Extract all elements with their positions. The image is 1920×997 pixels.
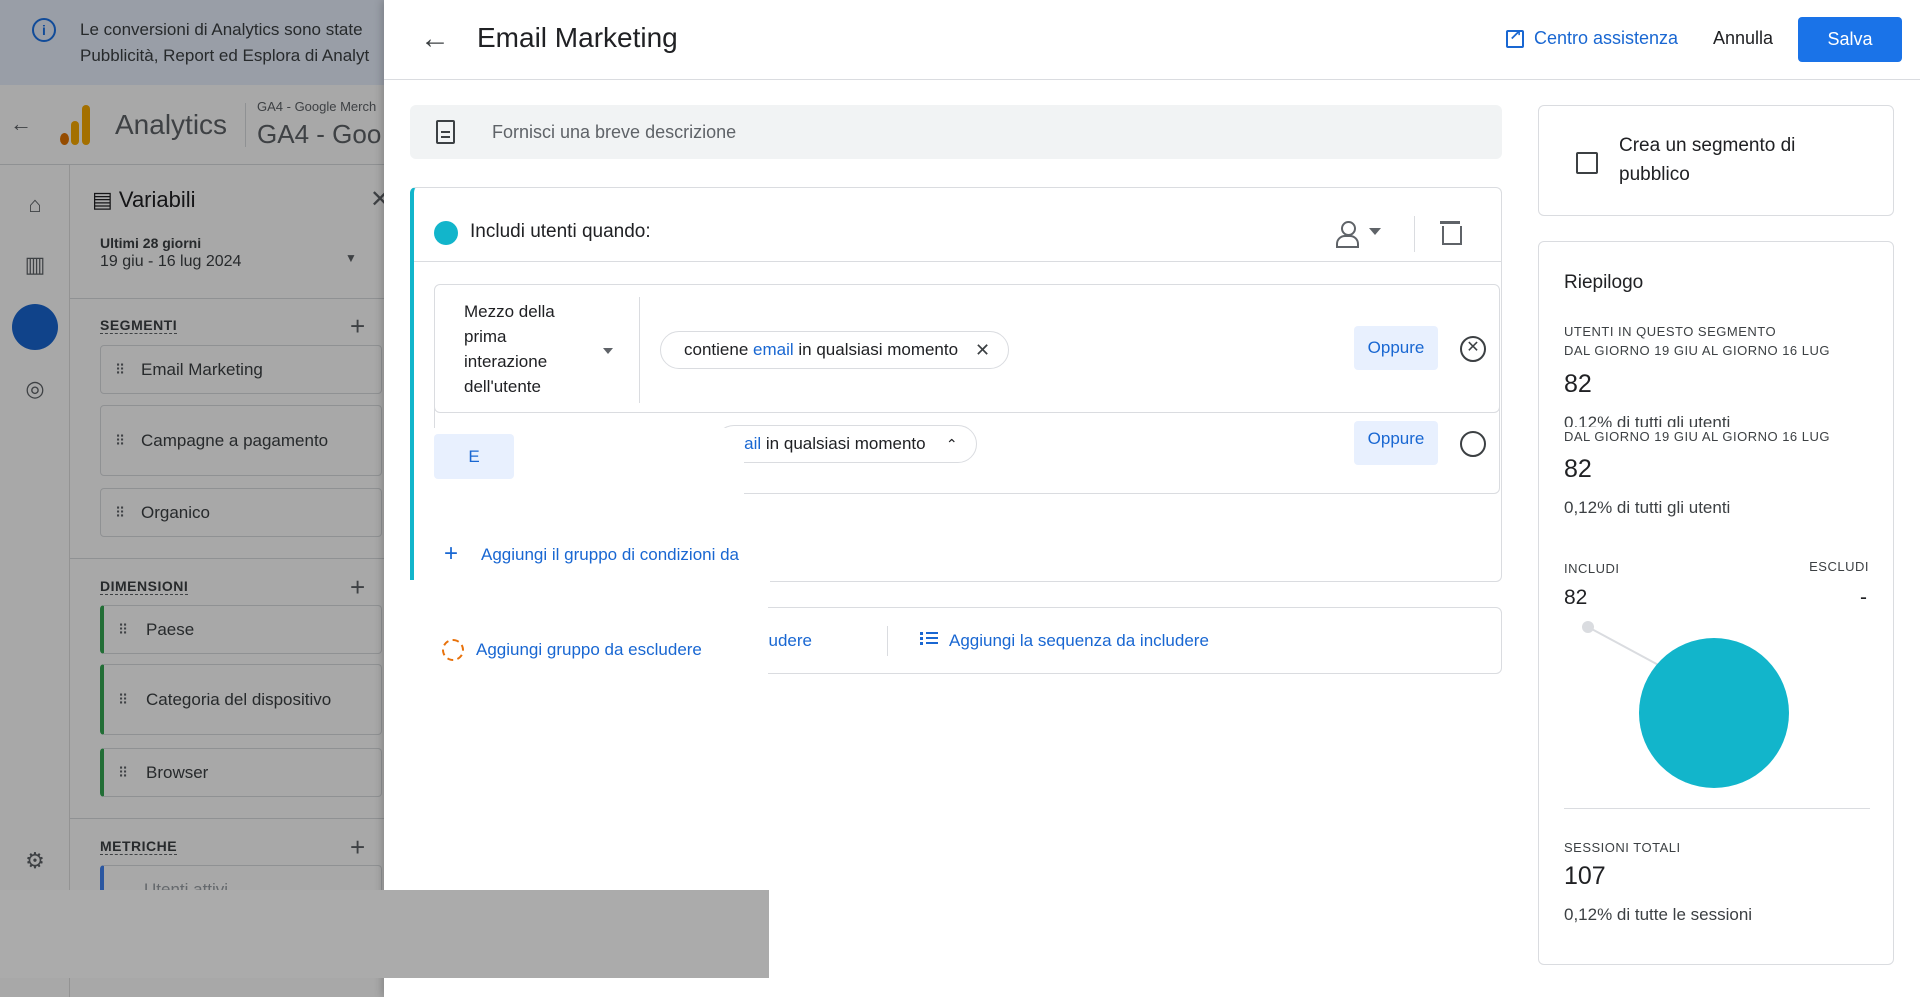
description-placeholder: Fornisci una breve descrizione [492,122,737,142]
or-button[interactable]: Oppure [1354,326,1438,370]
dialog-header: ← Email Marketing Centro assistenza Annu… [384,0,1920,80]
divider [1564,808,1870,809]
condition-operator: contiene [684,340,749,359]
sessions-percent: 0,12% di tutte le sessioni [1564,905,1753,924]
segment-pie-chart [1582,621,1789,788]
and-button[interactable]: E [434,434,514,479]
ghost-or-button: Oppure [1354,421,1438,465]
include-group-title: Includi utenti quando: [470,221,651,242]
help-center-label: Centro assistenza [1534,28,1679,48]
segment-builder-dialog: ← Email Marketing Centro assistenza Annu… [384,0,1920,997]
render-artifact [0,890,769,978]
list-sequence-icon [920,632,938,646]
exclude-dashed-circle-icon [442,639,464,661]
condition-row: Mezzo della prima interazione dell'utent… [434,284,1500,413]
pie-leader-line [1587,626,1665,669]
segment-title[interactable]: Email Marketing [477,22,678,54]
sessions-caption: SESSIONI TOTALI [1564,840,1681,855]
chevron-down-icon[interactable] [603,348,613,354]
close-icon[interactable]: ✕ [975,332,990,368]
remove-condition-icon[interactable]: ✕ [1460,336,1486,362]
help-center-link[interactable]: Centro assistenza [1506,26,1679,49]
pie-leader-dot [1582,621,1594,633]
audience-checkbox-label: Crea un segmento di pubblico [1619,135,1796,185]
document-icon [436,120,455,144]
include-group-header: Includi utenti quando: [414,188,1501,262]
group-color-dot [434,221,458,245]
audience-checkbox[interactable] [1576,152,1598,174]
add-exclude-group-link[interactable]: Aggiungi gruppo da escludere [476,640,702,660]
condition-chip[interactable]: contiene email in qualsiasi momento ✕ [660,331,1010,369]
sessions-value: 107 [1564,862,1606,890]
add-sequence-link[interactable]: Aggiungi la sequenza da includere [949,631,1209,651]
audience-card: Crea un segmento di pubblico [1538,105,1894,216]
pie-slice-include [1639,638,1789,788]
divider [1414,216,1415,252]
person-scope-icon[interactable] [1334,220,1360,248]
chevron-down-icon[interactable] [1369,228,1381,235]
save-button[interactable]: Salva [1798,17,1902,62]
open-in-new-icon [1506,26,1524,48]
dimension-selector[interactable]: Mezzo della prima interazione dell'utent… [464,299,584,399]
ghost-remove-icon [1460,431,1486,457]
add-condition-group-label: Aggiungi il gruppo di condizioni da [481,545,740,564]
delete-trash-icon[interactable] [1440,220,1462,245]
summary-card: Riepilogo UTENTI IN QUESTO SEGMENTO DAL … [1538,241,1894,965]
divider [639,297,640,403]
condition-value: email [753,340,794,359]
add-condition-group-button[interactable]: + Aggiungi il gruppo di condizioni da [410,522,770,588]
condition-scope: in qualsiasi momento [798,340,959,359]
back-arrow-icon[interactable]: ← [420,24,450,54]
chevron-up-icon: ⌃ [945,436,958,452]
cancel-button[interactable]: Annulla [1713,28,1773,49]
plus-icon: + [444,540,459,567]
description-field[interactable]: Fornisci una breve descrizione [410,105,1502,159]
divider [887,626,888,656]
ghost-condition-chip: mail in qualsiasi momento ⌃ [715,425,977,463]
